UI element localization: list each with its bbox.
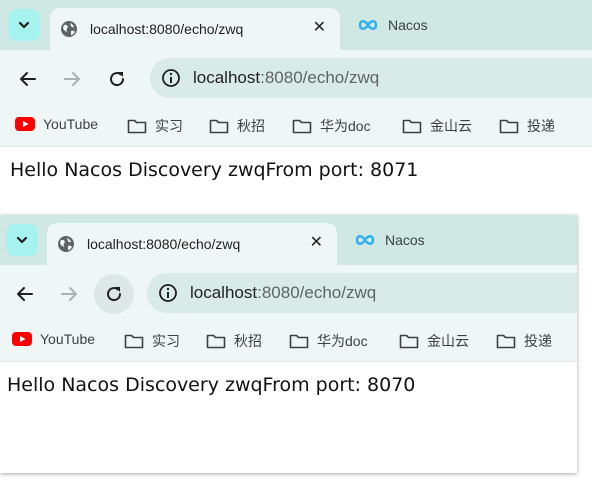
reload-button[interactable] <box>100 62 134 96</box>
url-host: localhost <box>190 283 258 302</box>
url-host: localhost <box>193 68 261 87</box>
nacos-logo-icon <box>355 235 375 245</box>
tab-title: localhost:8080/echo/zwq <box>90 21 244 37</box>
address-bar[interactable]: localhost:8080/echo/zwq <box>150 58 592 98</box>
bookmark-label: 秋招 <box>237 118 265 134</box>
folder-icon <box>209 119 229 134</box>
youtube-icon <box>15 117 35 131</box>
bookmark-label: 投递 <box>524 333 552 349</box>
browser-window-1: localhost:8080/echo/zwq ✕ Nacos localhos… <box>0 0 592 200</box>
tab-close-icon[interactable]: ✕ <box>313 20 326 36</box>
tab-strip: localhost:8080/echo/zwq ✕ Nacos <box>0 215 577 265</box>
toolbar: localhost:8080/echo/zwq <box>0 50 592 107</box>
arrow-left-icon <box>17 287 33 301</box>
tab-title: localhost:8080/echo/zwq <box>87 236 241 252</box>
tab-active[interactable]: localhost:8080/echo/zwq ✕ <box>50 8 340 50</box>
url-text: localhost:8080/echo/zwq <box>190 283 376 303</box>
reload-button[interactable] <box>94 274 134 314</box>
bookmarks-bar: YouTube 实习 秋招 华为doc 金山云 投递 <box>0 107 592 147</box>
forward-button[interactable] <box>52 277 86 311</box>
bookmark-youtube[interactable]: YouTube <box>12 331 95 347</box>
back-button[interactable] <box>8 277 42 311</box>
reload-icon <box>110 72 125 87</box>
bookmark-folder[interactable]: 秋招 <box>206 331 262 351</box>
folder-icon <box>499 119 519 134</box>
url-path: :8080/echo/zwq <box>260 68 380 87</box>
response-text: Hello Nacos Discovery zwqFrom port: 8071 <box>10 159 419 181</box>
bookmark-label: YouTube <box>43 116 99 132</box>
bookmark-label: 实习 <box>155 118 183 134</box>
folder-icon <box>124 334 144 349</box>
tab-search-button[interactable] <box>8 9 40 41</box>
bookmark-label: 金山云 <box>427 333 469 349</box>
folder-icon <box>402 119 422 134</box>
bookmark-label: 金山云 <box>430 118 472 134</box>
chevron-down-icon <box>16 236 28 244</box>
arrow-right-icon <box>61 287 77 301</box>
folder-icon <box>399 334 419 349</box>
bookmarks-bar: YouTube 实习 秋招 华为doc 金山云 投递 <box>0 322 577 362</box>
tab-active[interactable]: localhost:8080/echo/zwq ✕ <box>47 223 337 265</box>
forward-button[interactable] <box>55 62 89 96</box>
tab-title: Nacos <box>388 17 428 33</box>
arrow-left-icon <box>20 72 36 86</box>
bookmark-label: 秋招 <box>234 333 262 349</box>
tab-nacos[interactable]: Nacos <box>355 223 425 257</box>
response-text: Hello Nacos Discovery zwqFrom port: 8070 <box>7 374 416 396</box>
tab-strip: localhost:8080/echo/zwq ✕ Nacos <box>0 0 592 50</box>
bookmark-label: 华为doc <box>320 118 371 134</box>
bookmark-folder[interactable]: 投递 <box>496 331 552 351</box>
page-content: Hello Nacos Discovery zwqFrom port: 8070 <box>0 362 577 473</box>
folder-icon <box>496 334 516 349</box>
bookmark-folder[interactable]: 实习 <box>127 116 183 136</box>
site-info-icon[interactable] <box>161 68 181 88</box>
back-button[interactable] <box>11 62 45 96</box>
arrow-right-icon <box>64 72 80 86</box>
bookmark-label: 投递 <box>527 118 555 134</box>
folder-icon <box>127 119 147 134</box>
bookmark-folder[interactable]: 华为doc <box>289 331 368 351</box>
tab-nacos[interactable]: Nacos <box>358 8 428 42</box>
globe-icon <box>58 236 74 252</box>
page-content: Hello Nacos Discovery zwqFrom port: 8071 <box>0 147 592 200</box>
bookmark-folder[interactable]: 金山云 <box>402 116 472 136</box>
reload-icon <box>107 287 122 302</box>
bookmark-folder[interactable]: 实习 <box>124 331 180 351</box>
site-info-icon[interactable] <box>158 283 178 303</box>
bookmark-folder[interactable]: 投递 <box>499 116 555 136</box>
chevron-down-icon <box>18 21 30 29</box>
bookmark-label: 实习 <box>152 333 180 349</box>
bookmark-label: 华为doc <box>317 333 368 349</box>
bookmark-label: YouTube <box>40 331 96 347</box>
bookmark-folder[interactable]: 华为doc <box>292 116 371 136</box>
bookmark-youtube[interactable]: YouTube <box>15 116 98 132</box>
folder-icon <box>289 334 309 349</box>
bookmark-folder[interactable]: 金山云 <box>399 331 469 351</box>
toolbar: localhost:8080/echo/zwq <box>0 265 577 322</box>
globe-icon <box>61 21 77 37</box>
browser-window-2: localhost:8080/echo/zwq ✕ Nacos localhos… <box>0 215 577 473</box>
tab-search-button[interactable] <box>6 224 38 256</box>
url-text: localhost:8080/echo/zwq <box>193 68 379 88</box>
url-path: :8080/echo/zwq <box>257 283 377 302</box>
bookmark-folder[interactable]: 秋招 <box>209 116 265 136</box>
nacos-logo-icon <box>358 20 378 30</box>
youtube-icon <box>12 332 32 346</box>
tab-title: Nacos <box>385 232 425 248</box>
folder-icon <box>206 334 226 349</box>
address-bar[interactable]: localhost:8080/echo/zwq <box>147 273 577 313</box>
tab-close-icon[interactable]: ✕ <box>310 235 323 251</box>
folder-icon <box>292 119 312 134</box>
